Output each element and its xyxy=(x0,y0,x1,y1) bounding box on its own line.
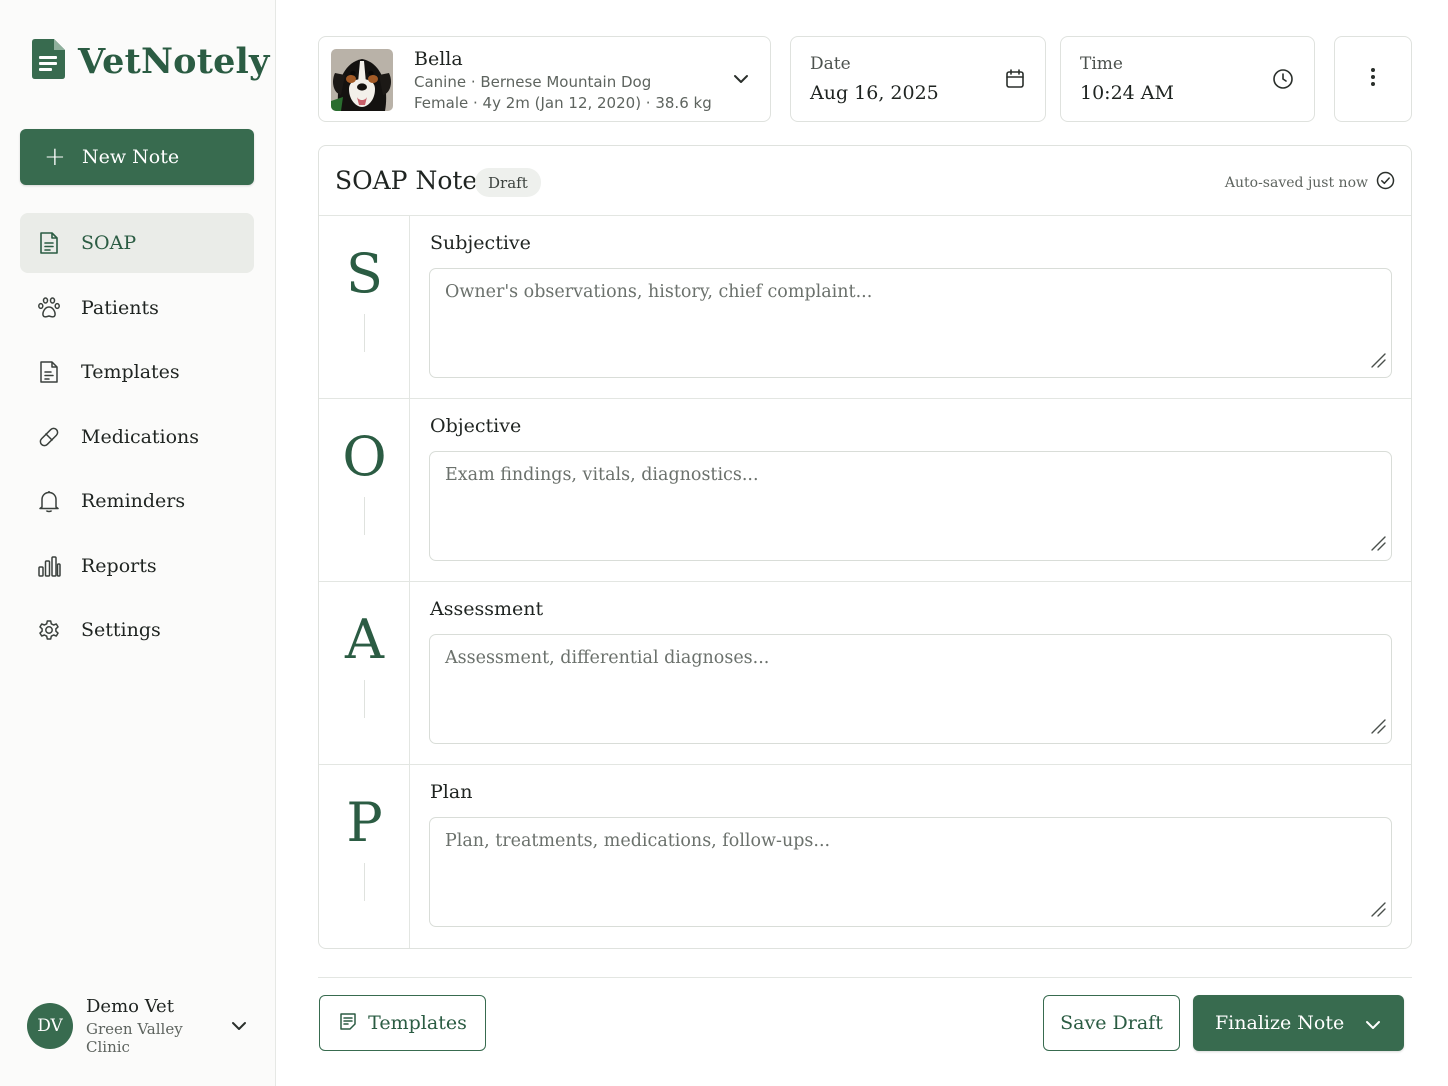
sidebar-item-templates[interactable]: Templates xyxy=(20,342,254,402)
resize-handle-icon[interactable] xyxy=(1369,351,1387,373)
sidebar-item-reports[interactable]: Reports xyxy=(20,536,254,596)
brand-name: VetNotely xyxy=(78,40,270,82)
soap-section-subjective: S Subjective Owner's observations, histo… xyxy=(319,216,1411,399)
soap-section-plan: P Plan Plan, treatments, medications, fo… xyxy=(319,765,1411,948)
objective-textarea[interactable]: Exam findings, vitals, diagnostics... xyxy=(429,451,1392,561)
user-info: Demo Vet Green Valley Clinic xyxy=(86,996,229,1056)
finalize-note-button[interactable]: Finalize Note xyxy=(1193,995,1404,1051)
resize-handle-icon[interactable] xyxy=(1369,534,1387,556)
templates-button[interactable]: Templates xyxy=(319,995,486,1051)
date-value: Aug 16, 2025 xyxy=(810,82,939,104)
autosave-status: Auto-saved just now xyxy=(1225,171,1395,194)
soap-note-card: SOAP Note Draft Auto-saved just now S Su… xyxy=(318,145,1412,949)
sidebar-item-medications[interactable]: Medications xyxy=(20,407,254,467)
section-title: Plan xyxy=(430,781,473,803)
sidebar-item-settings[interactable]: Settings xyxy=(20,600,254,660)
date-field[interactable]: Date Aug 16, 2025 xyxy=(790,36,1046,122)
patient-selector[interactable]: Bella Canine · Bernese Mountain Dog Fema… xyxy=(318,36,771,122)
paw-icon xyxy=(36,295,62,321)
new-note-button[interactable]: + New Note xyxy=(20,129,254,185)
more-options-button[interactable] xyxy=(1334,36,1412,122)
textarea-placeholder: Assessment, differential diagnoses... xyxy=(445,648,770,668)
divider xyxy=(364,863,365,901)
resize-handle-icon[interactable] xyxy=(1369,900,1387,922)
chevron-down-icon xyxy=(732,70,750,89)
section-letter-column: O xyxy=(319,399,410,581)
avatar: DV xyxy=(27,1003,73,1049)
sidebar: VetNotely + New Note SOAP Patients Templ… xyxy=(0,0,276,1086)
bell-icon xyxy=(36,488,62,514)
textarea-placeholder: Plan, treatments, medications, follow-up… xyxy=(445,831,831,851)
check-circle-icon xyxy=(1368,171,1395,194)
plan-textarea[interactable]: Plan, treatments, medications, follow-up… xyxy=(429,817,1392,927)
soap-header: SOAP Note Draft Auto-saved just now xyxy=(319,146,1411,216)
gear-icon xyxy=(36,617,62,643)
sidebar-item-label: SOAP xyxy=(81,232,137,254)
section-letter-column: A xyxy=(319,582,410,764)
more-vertical-icon xyxy=(1370,67,1376,91)
section-title: Objective xyxy=(430,415,522,437)
templates-button-label: Templates xyxy=(368,1012,467,1034)
sidebar-nav: SOAP Patients Templates Medications Remi… xyxy=(20,213,254,665)
section-letter: P xyxy=(346,791,383,854)
assessment-textarea[interactable]: Assessment, differential diagnoses... xyxy=(429,634,1392,744)
soap-title: SOAP Note xyxy=(335,166,478,195)
section-title: Assessment xyxy=(430,598,544,620)
time-field[interactable]: Time 10:24 AM xyxy=(1060,36,1315,122)
soap-section-assessment: A Assessment Assessment, differential di… xyxy=(319,582,1411,765)
patient-name: Bella xyxy=(414,48,463,70)
divider xyxy=(364,680,365,718)
sidebar-item-soap[interactable]: SOAP xyxy=(20,213,254,273)
calendar-icon[interactable] xyxy=(1005,68,1025,93)
divider xyxy=(364,497,365,535)
status-badge: Draft xyxy=(475,168,541,197)
sidebar-item-label: Patients xyxy=(81,296,159,319)
sidebar-item-label: Templates xyxy=(81,361,180,383)
clock-icon[interactable] xyxy=(1272,68,1294,94)
template-list-icon xyxy=(338,1011,368,1036)
logo-icon xyxy=(30,38,66,84)
chevron-down-icon xyxy=(229,1021,249,1031)
user-menu[interactable]: DV Demo Vet Green Valley Clinic xyxy=(27,996,249,1056)
patient-photo xyxy=(331,49,393,111)
patient-species-breed: Canine · Bernese Mountain Dog xyxy=(414,73,652,91)
sidebar-item-label: Settings xyxy=(81,619,161,641)
save-draft-button[interactable]: Save Draft xyxy=(1043,995,1180,1051)
time-label: Time xyxy=(1080,54,1123,74)
divider xyxy=(364,314,365,352)
date-label: Date xyxy=(810,54,851,74)
patient-details: Female · 4y 2m (Jan 12, 2020) · 38.6 kg xyxy=(414,94,712,112)
sidebar-item-reminders[interactable]: Reminders xyxy=(20,471,254,531)
finalize-note-label: Finalize Note xyxy=(1215,1012,1345,1034)
user-name: Demo Vet xyxy=(86,996,174,1017)
resize-handle-icon[interactable] xyxy=(1369,717,1387,739)
bar-chart-icon xyxy=(36,553,62,579)
document-icon xyxy=(36,230,62,256)
sidebar-item-label: Reports xyxy=(81,554,157,577)
section-letter: S xyxy=(346,242,383,305)
textarea-placeholder: Owner's observations, history, chief com… xyxy=(445,282,873,302)
section-letter: O xyxy=(342,425,387,488)
template-icon xyxy=(36,359,62,385)
new-note-label: New Note xyxy=(82,146,180,168)
soap-section-objective: O Objective Exam findings, vitals, diagn… xyxy=(319,399,1411,582)
time-value: 10:24 AM xyxy=(1080,82,1174,104)
section-title: Subjective xyxy=(430,232,531,254)
sidebar-item-patients[interactable]: Patients xyxy=(20,278,254,338)
section-letter-column: P xyxy=(319,765,410,948)
subjective-textarea[interactable]: Owner's observations, history, chief com… xyxy=(429,268,1392,378)
footer-divider xyxy=(318,977,1412,978)
user-clinic: Green Valley Clinic xyxy=(86,1020,183,1056)
brand[interactable]: VetNotely xyxy=(30,38,270,84)
plus-icon: + xyxy=(44,142,66,172)
autosave-text: Auto-saved just now xyxy=(1224,174,1368,191)
sidebar-item-label: Reminders xyxy=(81,490,186,512)
pill-icon xyxy=(36,424,62,450)
section-letter-column: S xyxy=(319,216,410,398)
section-letter: A xyxy=(345,608,384,671)
chevron-down-icon[interactable] xyxy=(1364,1014,1382,1036)
textarea-placeholder: Exam findings, vitals, diagnostics... xyxy=(445,465,759,485)
sidebar-item-label: Medications xyxy=(81,425,200,448)
